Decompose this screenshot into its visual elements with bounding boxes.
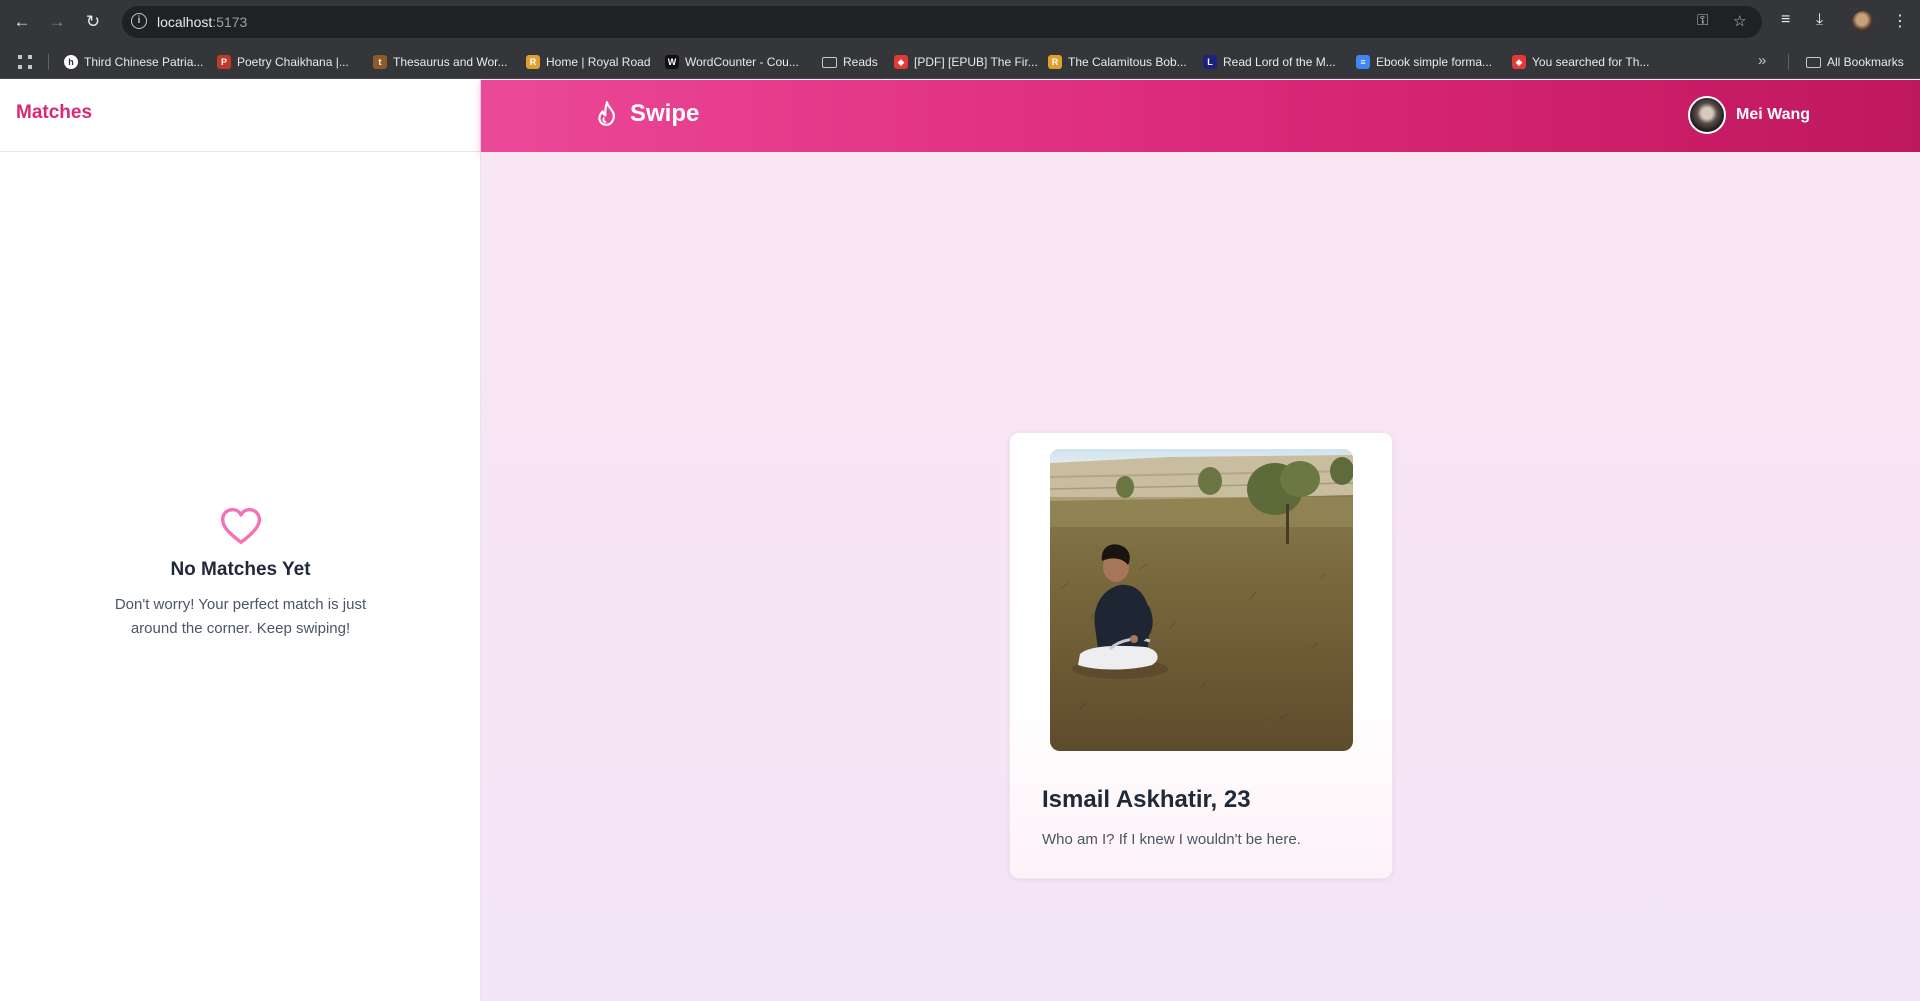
download-icon[interactable]: ⤓ — [1816, 11, 1823, 29]
profile-bio: Who am I? If I knew I wouldn't be here. — [1042, 831, 1301, 848]
sidebar-header: Matches — [0, 80, 480, 152]
bookmark-item[interactable]: ◆ [PDF] [EPUB] The Fir... — [894, 53, 1038, 71]
profile-card[interactable]: Ismail Askhatir, 23 Who am I? If I knew … — [1009, 432, 1393, 879]
profile-photo — [1050, 449, 1353, 751]
bookmark-item[interactable]: ≡ Ebook simple forma... — [1356, 53, 1492, 71]
forward-icon[interactable]: → — [46, 11, 68, 33]
bookmark-item[interactable]: R Home | Royal Road — [526, 53, 651, 71]
app-header: Swipe Mei Wang — [481, 80, 1920, 152]
bookmark-star-icon[interactable]: ☆ — [1733, 12, 1746, 30]
app-root: Matches No Matches Yet Don't worry! Your… — [0, 80, 1920, 1001]
back-icon[interactable]: ← — [11, 11, 33, 33]
all-bookmarks-folder[interactable]: All Bookmarks — [1806, 53, 1904, 71]
password-key-icon[interactable]: ⚿ — [1697, 12, 1708, 29]
empty-state: No Matches Yet Don't worry! Your perfect… — [0, 503, 481, 641]
profile-name-age: Ismail Askhatir, 23 — [1042, 786, 1251, 813]
browser-toolbar: ← → ↻ i localhost:5173 ⚿ ☆ ≡ ⤓ ⋮ — [0, 0, 1920, 44]
bookmark-folder[interactable]: Reads — [822, 53, 878, 71]
avatar — [1688, 96, 1726, 134]
divider — [1788, 54, 1789, 70]
media-queue-icon[interactable]: ≡ — [1781, 11, 1790, 29]
bookmark-item[interactable]: h Third Chinese Patria... — [64, 53, 203, 71]
empty-description: Don't worry! Your perfect match is just … — [114, 596, 367, 637]
menu-dots-icon[interactable]: ⋮ — [1892, 11, 1908, 31]
brand-logo[interactable]: Swipe — [594, 100, 699, 128]
bookmark-item[interactable]: W WordCounter - Cou... — [665, 53, 799, 71]
empty-title: No Matches Yet — [170, 559, 311, 580]
user-name: Mei Wang — [1736, 106, 1811, 123]
site-info-icon[interactable]: i — [131, 13, 147, 29]
bookmark-item[interactable]: L Read Lord of the M... — [1203, 53, 1336, 71]
bookmark-item[interactable]: R The Calamitous Bob... — [1048, 53, 1187, 71]
address-bar[interactable]: i localhost:5173 ⚿ ☆ — [122, 6, 1762, 38]
bookmark-item[interactable]: t Thesaurus and Wor... — [373, 53, 508, 71]
brand-name: Swipe — [630, 100, 700, 127]
divider — [48, 54, 49, 70]
heart-icon — [220, 507, 261, 545]
bookmark-item[interactable]: ◆ You searched for Th... — [1512, 53, 1649, 71]
folder-icon — [1806, 56, 1821, 68]
reload-icon[interactable]: ↻ — [82, 11, 104, 33]
apps-grid-icon[interactable] — [18, 55, 32, 69]
url-text: localhost:5173 — [157, 14, 248, 30]
sidebar-title: Matches — [16, 102, 93, 123]
swipe-area: Ismail Askhatir, 23 Who am I? If I knew … — [481, 152, 1920, 1001]
flame-icon — [598, 101, 615, 126]
user-menu[interactable]: Mei Wang — [1688, 96, 1810, 134]
folder-icon — [822, 56, 837, 68]
bookmarks-bar: h Third Chinese Patria... P Poetry Chaikha… — [0, 44, 1920, 79]
more-bookmarks-icon[interactable]: » — [1758, 52, 1766, 69]
bookmark-item[interactable]: P Poetry Chaikhana |... — [217, 53, 349, 71]
profile-avatar-icon[interactable] — [1852, 11, 1874, 33]
matches-sidebar: Matches No Matches Yet Don't worry! Your… — [0, 80, 481, 1001]
